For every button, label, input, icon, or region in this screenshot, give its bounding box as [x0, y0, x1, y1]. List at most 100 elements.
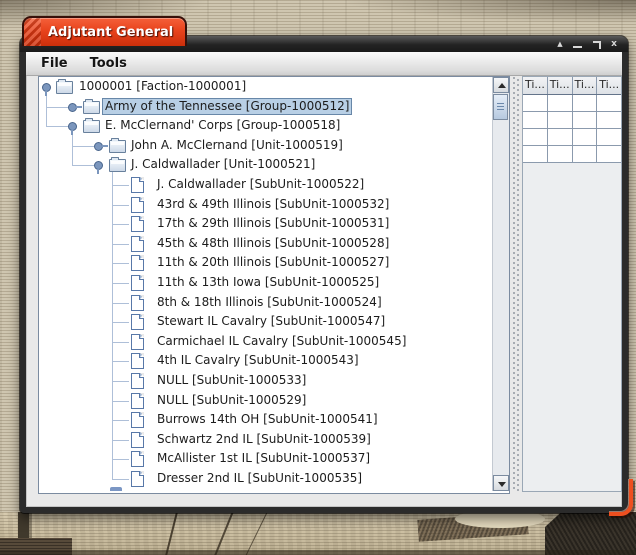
table-cell[interactable] — [597, 146, 621, 163]
window-controls: ▲ x — [554, 38, 620, 50]
tree-connector-stub — [112, 401, 129, 402]
menu-file[interactable]: File — [26, 56, 79, 71]
window-resize-grip[interactable] — [609, 479, 633, 516]
tree-node-label[interactable]: 11th & 13th Iowa [SubUnit-1000525] — [155, 275, 381, 290]
table-cell[interactable] — [548, 112, 573, 129]
minimize-button[interactable] — [572, 38, 584, 50]
tree-node-label[interactable]: Schwartz 2nd IL [SubUnit-1000539] — [155, 432, 373, 447]
table-row[interactable] — [523, 129, 621, 146]
tree-node-label[interactable]: McAllister 1st IL [SubUnit-1000537] — [155, 451, 372, 466]
table-cell[interactable] — [523, 112, 548, 129]
tree-connector-stub — [112, 185, 129, 186]
handle-stem — [45, 91, 47, 96]
tree-node-row[interactable]: 8th & 18th Illinois [SubUnit-1000524] — [39, 293, 491, 313]
tree-connector-stub — [112, 361, 129, 362]
scrollbar-thumb[interactable] — [493, 94, 508, 120]
splitpane-divider[interactable] — [512, 76, 521, 492]
scroll-up-button[interactable] — [493, 77, 509, 93]
table-cell[interactable] — [597, 95, 621, 112]
tree-node-row[interactable]: Army of the Tennessee [Group-1000512] — [39, 97, 491, 117]
table-cell[interactable] — [573, 129, 598, 146]
maximize-button[interactable] — [590, 38, 602, 50]
clipped-node-icon — [110, 487, 122, 491]
tree-node-label[interactable]: NULL [SubUnit-1000529] — [155, 393, 308, 408]
tree-connector-stub — [112, 283, 129, 284]
table-column-header[interactable]: Ti... — [573, 77, 598, 94]
tree-node-row[interactable]: 43rd & 49th Illinois [SubUnit-1000532] — [39, 195, 491, 215]
tree-node-label[interactable]: 8th & 18th Illinois [SubUnit-1000524] — [155, 295, 384, 310]
shade-button[interactable]: ▲ — [554, 38, 566, 50]
table-row[interactable] — [523, 146, 621, 163]
tree-node-label[interactable]: E. McClernand' Corps [Group-1000518] — [103, 118, 342, 133]
tree-node-row[interactable]: E. McClernand' Corps [Group-1000518] — [39, 116, 491, 136]
tree-connector-stub — [46, 107, 68, 108]
table-cell[interactable] — [523, 146, 548, 163]
tree-node-label[interactable]: Burrows 14th OH [SubUnit-1000541] — [155, 412, 380, 427]
table-cell[interactable] — [573, 146, 598, 163]
tree-node-row[interactable]: 1000001 [Faction-1000001] — [39, 77, 491, 97]
tree-node-label[interactable]: 1000001 [Faction-1000001] — [77, 79, 248, 94]
table-cell[interactable] — [597, 129, 621, 146]
tree-node-row[interactable]: Carmichael IL Cavalry [SubUnit-1000545] — [39, 332, 491, 352]
tree-node-row[interactable]: 17th & 29th Illinois [SubUnit-1000531] — [39, 214, 491, 234]
tree-node-label-selected[interactable]: Army of the Tennessee [Group-1000512] — [103, 99, 351, 114]
tree-node-row[interactable]: 11th & 13th Iowa [SubUnit-1000525] — [39, 273, 491, 293]
tree-node-label[interactable]: NULL [SubUnit-1000533] — [155, 373, 308, 388]
tree-node-row[interactable]: Burrows 14th OH [SubUnit-1000541] — [39, 410, 491, 430]
tree-node-label[interactable]: 45th & 48th Illinois [SubUnit-1000528] — [155, 236, 391, 251]
table-body[interactable] — [523, 95, 621, 163]
table-cell[interactable] — [548, 129, 573, 146]
tree-node-label[interactable]: Carmichael IL Cavalry [SubUnit-1000545] — [155, 334, 408, 349]
tree-node-label[interactable]: 11th & 20th Illinois [SubUnit-1000527] — [155, 255, 391, 270]
handle-stem — [97, 169, 99, 174]
tree-node-row[interactable]: John A. McClernand [Unit-1000519] — [39, 136, 491, 156]
table-cell[interactable] — [597, 112, 621, 129]
table-cell[interactable] — [523, 129, 548, 146]
document-icon — [131, 451, 144, 467]
tree-node-row[interactable]: 45th & 48th Illinois [SubUnit-1000528] — [39, 234, 491, 254]
menu-tools[interactable]: Tools — [79, 56, 138, 71]
tree-node-label[interactable]: 43rd & 49th Illinois [SubUnit-1000532] — [155, 197, 391, 212]
table-cell[interactable] — [548, 95, 573, 112]
close-button[interactable]: x — [608, 38, 620, 50]
tree-node-row[interactable]: 4th IL Cavalry [SubUnit-1000543] — [39, 351, 491, 371]
table-row[interactable] — [523, 95, 621, 112]
tree-node-row[interactable]: Dresser 2nd IL [SubUnit-1000535] — [39, 469, 491, 489]
document-icon — [131, 373, 144, 389]
tree-node-label[interactable]: Stewart IL Cavalry [SubUnit-1000547] — [155, 314, 387, 329]
table-cell[interactable] — [573, 112, 598, 129]
table-column-header[interactable]: Ti... — [548, 77, 573, 94]
tree-node-row[interactable]: 11th & 20th Illinois [SubUnit-1000527] — [39, 253, 491, 273]
folder-icon — [56, 81, 73, 94]
tree-node-row[interactable]: J. Caldwallader [Unit-1000521] — [39, 155, 491, 175]
tree-vertical-scrollbar[interactable] — [492, 77, 509, 491]
tree-node-label[interactable]: 17th & 29th Illinois [SubUnit-1000531] — [155, 216, 391, 231]
table-cell[interactable] — [523, 95, 548, 112]
table-row[interactable] — [523, 112, 621, 129]
tree-node-row[interactable]: J. Caldwallader [SubUnit-1000522] — [39, 175, 491, 195]
table-cell[interactable] — [573, 95, 598, 112]
tree-node-label[interactable]: 4th IL Cavalry [SubUnit-1000543] — [155, 353, 361, 368]
tree-connector-stub — [112, 479, 129, 480]
tree-node-row[interactable]: NULL [SubUnit-1000533] — [39, 371, 491, 391]
table-cell[interactable] — [548, 146, 573, 163]
tree-node-label[interactable]: Dresser 2nd IL [SubUnit-1000535] — [155, 471, 364, 486]
unit-tree[interactable]: 1000001 [Faction-1000001] Army of the Ten… — [39, 77, 491, 491]
scroll-down-button[interactable] — [493, 475, 509, 491]
tree-node-row[interactable]: NULL [SubUnit-1000529] — [39, 391, 491, 411]
tree-connector-stub — [112, 420, 129, 421]
tree-node-row[interactable]: McAllister 1st IL [SubUnit-1000537] — [39, 449, 491, 469]
tree-node-label[interactable]: J. Caldwallader [SubUnit-1000522] — [155, 177, 366, 192]
tree-node-label[interactable]: John A. McClernand [Unit-1000519] — [129, 138, 345, 153]
table-column-header[interactable]: Ti... — [523, 77, 548, 94]
window-title-tab[interactable]: Adjutant General — [22, 16, 187, 46]
table-column-header[interactable]: Ti... — [597, 77, 621, 94]
tree-node-row[interactable]: Schwartz 2nd IL [SubUnit-1000539] — [39, 430, 491, 450]
document-icon — [131, 334, 144, 350]
tree-connector-stub — [112, 244, 129, 245]
detail-table-panel: Ti...Ti...Ti...Ti... — [522, 76, 622, 492]
tree-connector-stub — [112, 381, 129, 382]
desktop-background: ▲ x Adjutant General File Tools 1000001 … — [0, 0, 636, 555]
tree-node-label[interactable]: J. Caldwallader [Unit-1000521] — [129, 157, 317, 172]
tree-node-row[interactable]: Stewart IL Cavalry [SubUnit-1000547] — [39, 312, 491, 332]
